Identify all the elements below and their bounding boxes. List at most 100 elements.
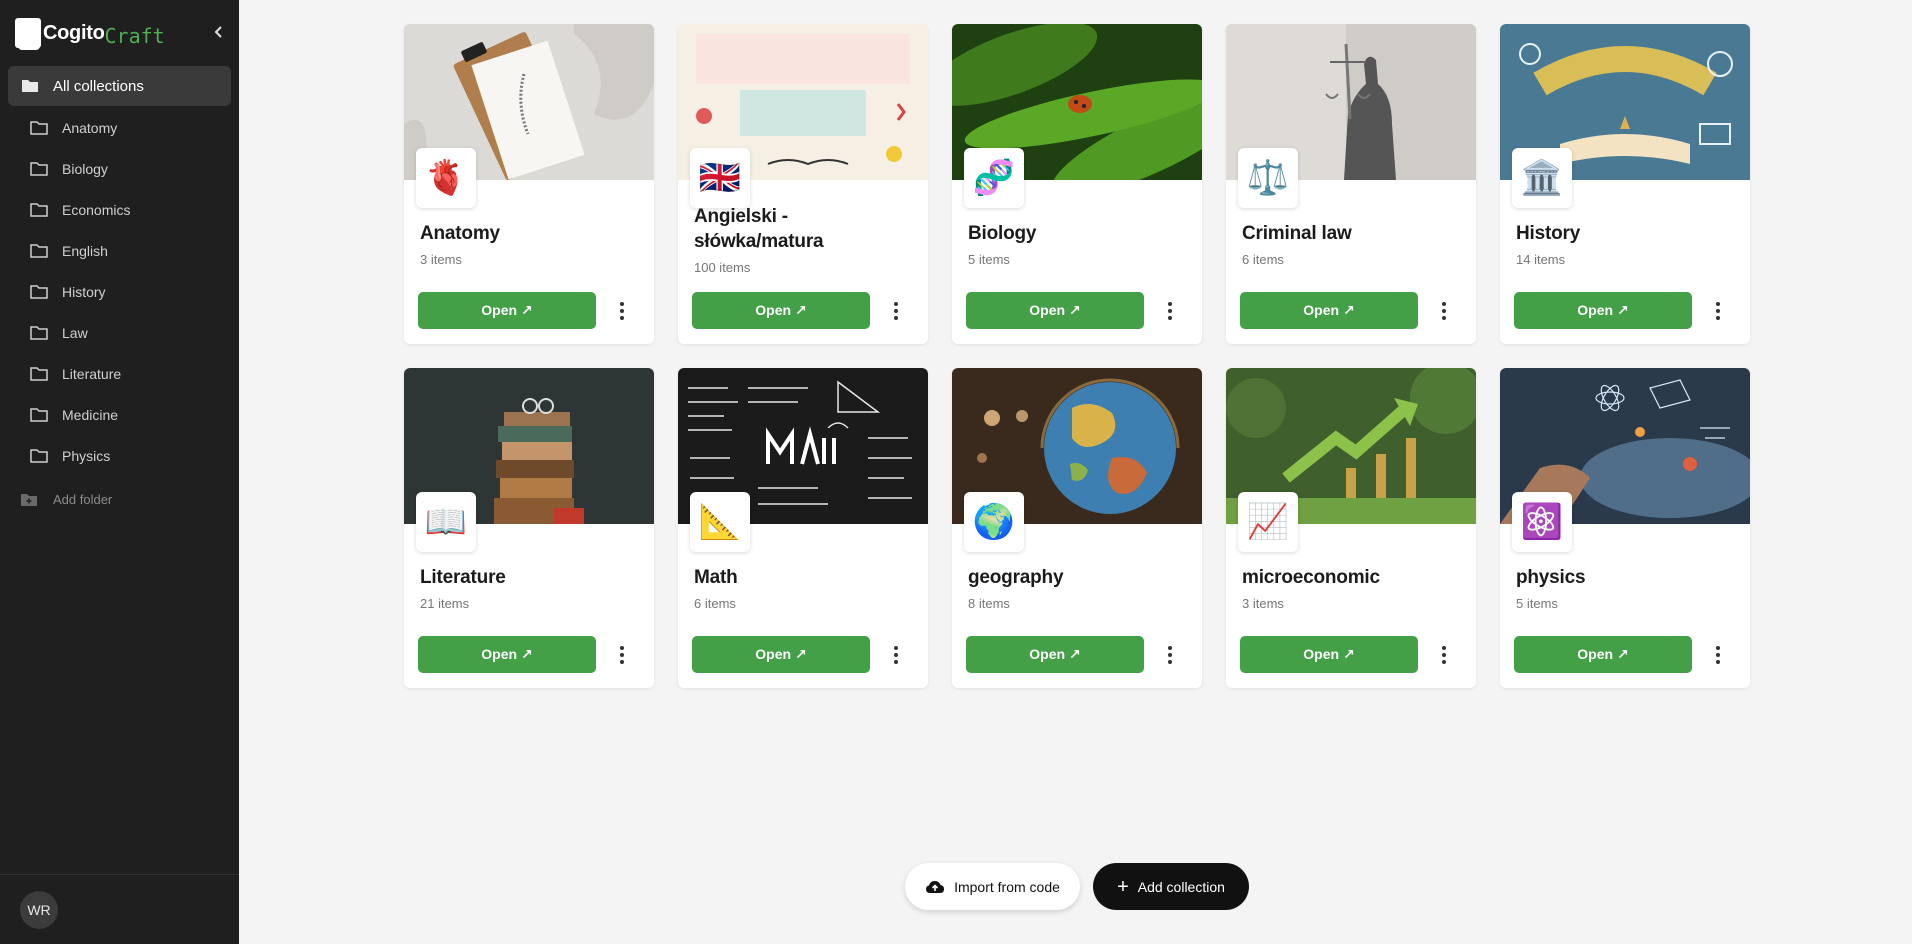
- item-count: 100 items: [694, 260, 751, 275]
- anatomical-heart-icon: 🫀: [416, 148, 476, 208]
- folder-filled-icon: [22, 80, 38, 92]
- more-options-icon[interactable]: [1705, 640, 1731, 670]
- item-count: 21 items: [420, 596, 470, 611]
- open-button[interactable]: Open ↗: [1514, 636, 1692, 673]
- item-count: 6 items: [1242, 252, 1284, 267]
- more-options-icon[interactable]: [1705, 296, 1731, 326]
- collection-card-criminal-law: ⚖️ Criminal law 6 items Open ↗: [1226, 24, 1476, 344]
- collection-card-physics: ⚛️ physics 5 items Open ↗: [1500, 368, 1750, 688]
- open-button[interactable]: Open ↗: [1240, 636, 1418, 673]
- open-button[interactable]: Open ↗: [692, 292, 870, 329]
- open-book-icon: 📖: [416, 492, 476, 552]
- collection-card-anatomy: 🫀 Anatomy 3 items Open ↗: [404, 24, 654, 344]
- sidebar-item-label: All collections: [53, 77, 144, 95]
- folder-icon: [30, 202, 48, 217]
- more-options-icon[interactable]: [1157, 296, 1183, 326]
- open-button[interactable]: Open ↗: [966, 636, 1144, 673]
- triangular-ruler-icon: 📐: [690, 492, 750, 552]
- sidebar-item-label: History: [62, 283, 106, 300]
- folder-icon: [30, 407, 48, 422]
- sidebar-item-label: Literature: [62, 365, 122, 382]
- sidebar-item-english[interactable]: English: [0, 230, 239, 271]
- sidebar-item-biology[interactable]: Biology: [0, 148, 239, 189]
- more-options-icon[interactable]: [883, 296, 909, 326]
- collection-title: physics: [1516, 567, 1586, 588]
- folder-icon: [30, 284, 48, 299]
- add-collection-button[interactable]: + Add collection: [1093, 863, 1249, 910]
- collection-card-biology: 🧬 Biology 5 items Open ↗: [952, 24, 1202, 344]
- collapse-sidebar-button[interactable]: [209, 20, 229, 44]
- collection-title: History: [1516, 223, 1581, 244]
- globe-icon: 🌍: [964, 492, 1024, 552]
- sidebar: Cogito Craft All collections Anatomy Bio…: [0, 0, 239, 944]
- collection-card-microeconomic: 📈 microeconomic 3 items Open ↗: [1226, 368, 1476, 688]
- folder-icon: [30, 325, 48, 340]
- more-options-icon[interactable]: [1431, 640, 1457, 670]
- user-avatar[interactable]: WR: [20, 891, 58, 929]
- scales-icon: ⚖️: [1238, 148, 1298, 208]
- item-count: 3 items: [1242, 596, 1284, 611]
- open-button[interactable]: Open ↗: [692, 636, 870, 673]
- more-options-icon[interactable]: [1157, 640, 1183, 670]
- uk-flag-icon: 🇬🇧: [690, 148, 750, 208]
- open-button[interactable]: Open ↗: [418, 636, 596, 673]
- open-button[interactable]: Open ↗: [966, 292, 1144, 329]
- folder-plus-icon: [21, 493, 37, 506]
- folder-icon: [30, 243, 48, 258]
- sidebar-item-physics[interactable]: Physics: [0, 435, 239, 476]
- collection-card-literature: 📖 Literature 21 items Open ↗: [404, 368, 654, 688]
- collection-card-geography: 🌍 geography 8 items Open ↗: [952, 368, 1202, 688]
- sidebar-item-label: Medicine: [62, 406, 119, 423]
- sidebar-item-label: English: [62, 242, 108, 259]
- logo-text-cogito: Cogito: [43, 21, 105, 44]
- import-from-code-button[interactable]: Import from code: [905, 863, 1080, 910]
- collection-card-angielski: 🇬🇧 Angielski - słówka/matura 100 items O…: [678, 24, 928, 344]
- sidebar-item-law[interactable]: Law: [0, 312, 239, 353]
- folder-icon: [30, 161, 48, 176]
- item-count: 3 items: [420, 252, 462, 267]
- sidebar-item-label: Biology: [62, 160, 108, 177]
- classical-building-icon: 🏛️: [1512, 148, 1572, 208]
- collection-title: geography: [968, 567, 1064, 588]
- add-folder-label: Add folder: [53, 492, 113, 507]
- sidebar-item-all-collections[interactable]: All collections: [8, 66, 231, 106]
- open-button[interactable]: Open ↗: [418, 292, 596, 329]
- dna-icon: 🧬: [964, 148, 1024, 208]
- add-collection-label: Add collection: [1137, 878, 1225, 895]
- more-options-icon[interactable]: [883, 640, 909, 670]
- cloud-upload-icon: [926, 880, 945, 893]
- atom-icon: ⚛️: [1512, 492, 1572, 552]
- sidebar-item-medicine[interactable]: Medicine: [0, 394, 239, 435]
- sidebar-footer: WR: [0, 874, 239, 944]
- chart-increasing-icon: 📈: [1238, 492, 1298, 552]
- logo-icon: [15, 18, 41, 50]
- app-logo[interactable]: Cogito Craft: [15, 17, 165, 50]
- more-options-icon[interactable]: [609, 640, 635, 670]
- item-count: 5 items: [968, 252, 1010, 267]
- item-count: 5 items: [1516, 596, 1558, 611]
- collection-title: Angielski - słówka/matura: [694, 206, 824, 252]
- logo-text-craft: Craft: [104, 24, 165, 48]
- collection-title: Math: [694, 567, 738, 588]
- folder-icon: [30, 120, 48, 135]
- add-folder-button[interactable]: Add folder: [20, 492, 112, 507]
- sidebar-item-anatomy[interactable]: Anatomy: [0, 107, 239, 148]
- plus-icon: +: [1117, 875, 1129, 898]
- import-label: Import from code: [954, 878, 1060, 895]
- sidebar-item-literature[interactable]: Literature: [0, 353, 239, 394]
- sidebar-item-label: Economics: [62, 201, 131, 218]
- open-button[interactable]: Open ↗: [1240, 292, 1418, 329]
- sidebar-item-label: Physics: [62, 447, 111, 464]
- folder-nav: All collections Anatomy Biology Economic…: [0, 66, 239, 476]
- item-count: 6 items: [694, 596, 736, 611]
- open-button[interactable]: Open ↗: [1514, 292, 1692, 329]
- item-count: 14 items: [1516, 252, 1566, 267]
- collection-title: Anatomy: [420, 223, 500, 244]
- sidebar-item-history[interactable]: History: [0, 271, 239, 312]
- more-options-icon[interactable]: [609, 296, 635, 326]
- more-options-icon[interactable]: [1431, 296, 1457, 326]
- collection-title: Literature: [420, 567, 506, 588]
- sidebar-item-label: Anatomy: [62, 119, 118, 136]
- sidebar-item-economics[interactable]: Economics: [0, 189, 239, 230]
- folder-icon: [30, 366, 48, 381]
